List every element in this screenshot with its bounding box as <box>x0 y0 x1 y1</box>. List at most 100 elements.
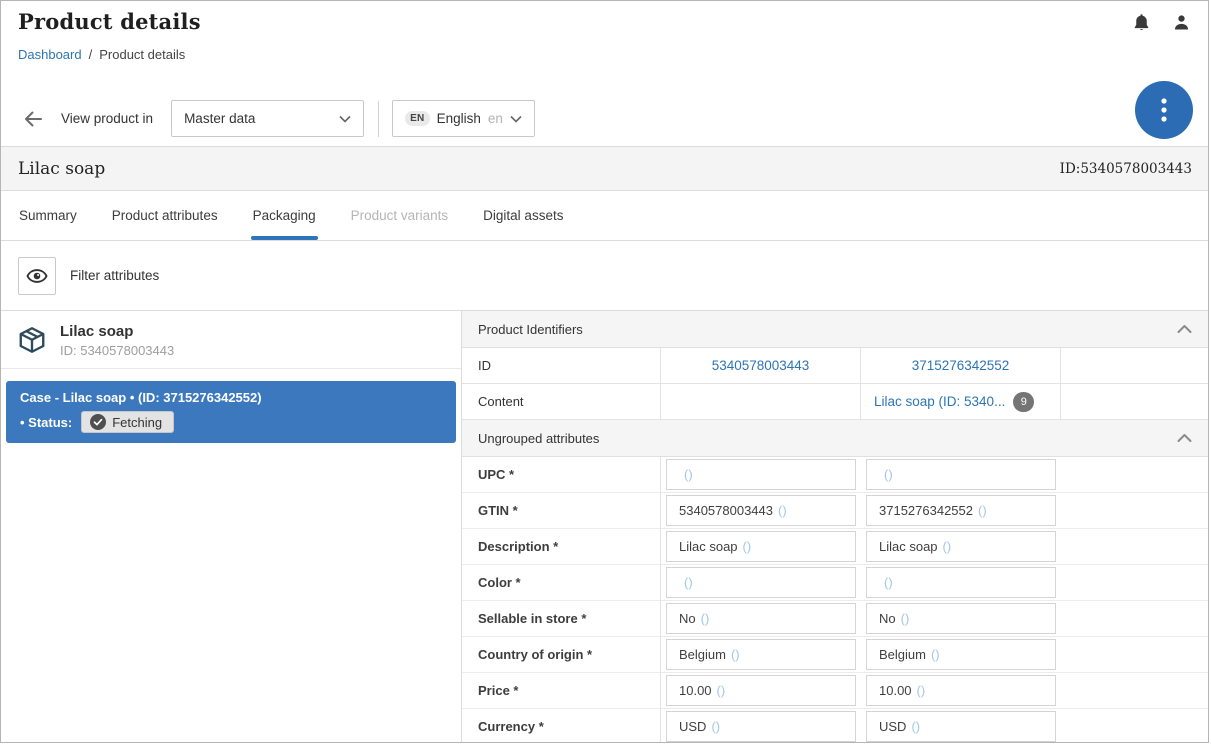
value-field[interactable]: No() <box>866 603 1056 634</box>
section-title: Product Identifiers <box>478 322 1177 337</box>
value-field[interactable]: USD () <box>666 711 856 742</box>
table-row-sellable: Sellable in store * No() No() <box>462 601 1208 637</box>
count-badge[interactable]: 9 <box>1013 392 1034 412</box>
value-field[interactable]: () <box>866 567 1056 598</box>
field-value: Lilac soap <box>679 539 738 554</box>
collapse-chevron-icon[interactable] <box>1177 324 1192 334</box>
kebab-menu-icon <box>1161 97 1167 123</box>
filter-attributes-button[interactable] <box>18 257 56 295</box>
unit-placeholder: () <box>931 647 940 662</box>
row-label: ID <box>462 348 661 384</box>
unit-placeholder: () <box>711 719 720 734</box>
unit-placeholder: () <box>717 683 726 698</box>
tree-item-title: Case - Lilac soap • (ID: 3715276342552) <box>20 390 442 405</box>
breadcrumb-separator: / <box>89 47 93 62</box>
value-field[interactable]: 5340578003443() <box>666 495 856 526</box>
page-header: Product details Dashboard / Product deta… <box>1 1 1208 91</box>
field-value: 10.00 <box>879 683 912 698</box>
collapse-chevron-icon[interactable] <box>1177 433 1192 443</box>
tab-product-attributes[interactable]: Product attributes <box>110 191 220 240</box>
tab-digital-assets[interactable]: Digital assets <box>481 191 565 240</box>
unit-placeholder: () <box>684 467 693 482</box>
field-value: Belgium <box>679 647 726 662</box>
tab-summary[interactable]: Summary <box>17 191 79 240</box>
id-link-1[interactable]: 5340578003443 <box>712 358 810 373</box>
status-badge[interactable]: Fetching <box>81 411 174 433</box>
actions-menu-button[interactable] <box>1135 81 1193 139</box>
toolbar-divider <box>378 101 379 137</box>
value-field[interactable]: Lilac soap () <box>866 531 1056 562</box>
table-row-country: Country of origin * Belgium() Belgium() <box>462 637 1208 673</box>
main-content: Lilac soap ID: 5340578003443 Case - Lila… <box>1 311 1208 743</box>
context-dropdown[interactable]: Master data <box>171 100 364 137</box>
field-value: 10.00 <box>679 683 712 698</box>
value-field[interactable]: USD() <box>866 711 1056 742</box>
empty-cell <box>1061 529 1208 565</box>
empty-cell <box>1061 384 1208 420</box>
value-field[interactable]: () <box>866 459 1056 490</box>
empty-cell <box>1061 565 1208 601</box>
value-field[interactable]: Lilac soap() <box>666 531 856 562</box>
language-dropdown[interactable]: EN English en <box>392 100 535 137</box>
back-arrow-icon[interactable] <box>21 107 45 131</box>
unit-placeholder: () <box>701 611 710 626</box>
section-title: Ungrouped attributes <box>478 431 1177 446</box>
empty-cell <box>1061 673 1208 709</box>
product-details-page: Product details Dashboard / Product deta… <box>0 0 1209 743</box>
field-value: USD <box>879 719 906 734</box>
breadcrumb: Dashboard / Product details <box>18 47 1192 62</box>
product-name: Lilac soap <box>18 159 1060 179</box>
status-value: Fetching <box>112 415 162 430</box>
tab-packaging[interactable]: Packaging <box>251 191 318 240</box>
content-link[interactable]: Lilac soap (ID: 5340... <box>874 394 1005 409</box>
table-row-upc: UPC * () () <box>462 457 1208 493</box>
unit-placeholder: () <box>978 503 987 518</box>
value-field[interactable]: 10.00() <box>866 675 1056 706</box>
unit-placeholder: () <box>884 575 893 590</box>
filter-attributes-label: Filter attributes <box>70 268 159 283</box>
section-ungrouped-attributes: Ungrouped attributes <box>462 420 1208 457</box>
field-value: USD <box>679 719 706 734</box>
field-value: No <box>679 611 696 626</box>
breadcrumb-current: Product details <box>99 47 185 62</box>
hierarchy-panel: Lilac soap ID: 5340578003443 Case - Lila… <box>1 311 462 743</box>
bell-icon[interactable] <box>1131 12 1152 33</box>
root-node[interactable]: Lilac soap ID: 5340578003443 <box>1 311 461 369</box>
empty-cell <box>1061 348 1208 384</box>
breadcrumb-dashboard-link[interactable]: Dashboard <box>18 47 82 62</box>
unit-placeholder: () <box>731 647 740 662</box>
view-product-in-label: View product in <box>61 111 153 126</box>
value-field[interactable]: No () <box>666 603 856 634</box>
value-field[interactable]: Belgium () <box>666 639 856 670</box>
value-field[interactable]: 10.00 () <box>666 675 856 706</box>
value-field[interactable]: Belgium () <box>866 639 1056 670</box>
row-label: Description * <box>462 529 661 565</box>
unit-placeholder: () <box>943 539 952 554</box>
empty-cell <box>1061 601 1208 637</box>
package-icon <box>17 325 47 355</box>
table-row-currency: Currency * USD() USD() <box>462 709 1208 743</box>
locale-badge: EN <box>405 111 430 126</box>
eye-icon <box>26 265 48 287</box>
unit-placeholder: () <box>884 467 893 482</box>
table-row-description: Description * Lilac soap() Lilac soap() <box>462 529 1208 565</box>
product-title-band: Lilac soap ID:5340578003443 <box>1 146 1208 191</box>
table-row-content: Content Lilac soap (ID: 5340... 9 <box>462 384 1208 420</box>
language-code: en <box>488 111 503 126</box>
field-value: 3715276342552 <box>879 503 973 518</box>
field-value: 5340578003443 <box>679 503 773 518</box>
tree-item-case-selected[interactable]: Case - Lilac soap • (ID: 3715276342552) … <box>6 381 456 443</box>
field-value: Belgium <box>879 647 926 662</box>
empty-cell <box>1061 493 1208 529</box>
value-field[interactable]: () <box>666 567 856 598</box>
table-row-color: Color * () () <box>462 565 1208 601</box>
tab-product-variants[interactable]: Product variants <box>349 191 451 240</box>
field-value: Lilac soap <box>879 539 938 554</box>
row-label: GTIN * <box>462 493 661 529</box>
user-icon[interactable] <box>1171 12 1192 33</box>
section-product-identifiers: Product Identifiers <box>462 311 1208 348</box>
id-link-2[interactable]: 3715276342552 <box>912 358 1010 373</box>
value-field[interactable]: 3715276342552 () <box>866 495 1056 526</box>
attributes-panel: Product Identifiers ID 5340578003443 371… <box>462 311 1208 743</box>
value-field[interactable]: () <box>666 459 856 490</box>
